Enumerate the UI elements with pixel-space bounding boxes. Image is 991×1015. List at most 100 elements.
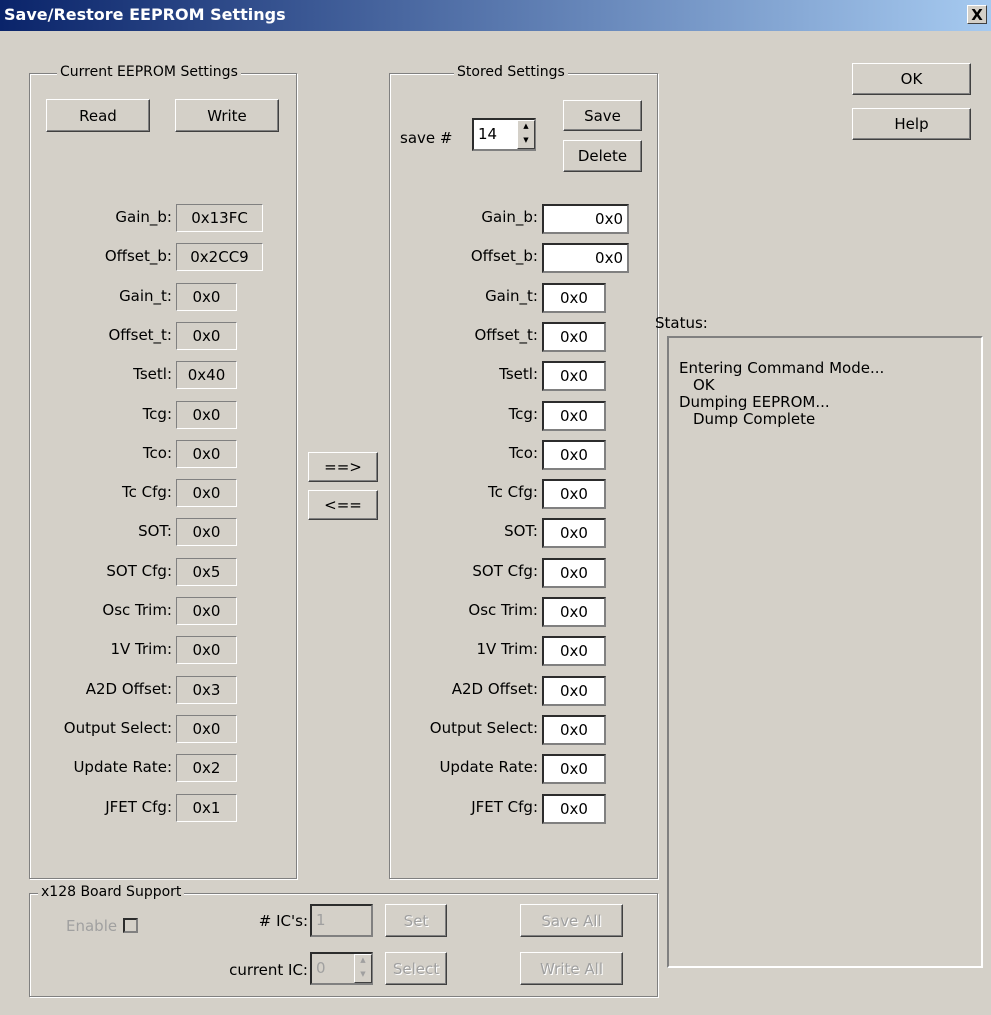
current-field-label: Update Rate: (73, 758, 172, 777)
stored-field-value[interactable]: 0x0 (542, 439, 606, 470)
current-field-label: Offset_t: (108, 325, 172, 344)
status-line: Dump Complete (693, 410, 816, 428)
stored-field-value[interactable]: 0x0 (542, 557, 606, 588)
stored-field-value[interactable]: 0x0 (542, 321, 606, 352)
help-button[interactable]: Help (852, 108, 971, 140)
status-line: Entering Command Mode... (679, 359, 885, 377)
stored-settings-legend: Stored Settings (454, 64, 568, 80)
stored-field-label: A2D Offset: (451, 679, 538, 698)
stored-field-value[interactable]: 0x0 (542, 518, 606, 549)
save-button[interactable]: Save (563, 100, 642, 131)
current-field-label: Offset_b: (104, 247, 172, 266)
current-field-value: 0x0 (176, 597, 237, 625)
close-button[interactable]: X (967, 5, 987, 24)
current-field-label: A2D Offset: (85, 679, 172, 698)
stored-field-label: Tco: (508, 443, 538, 462)
current-field-value: 0x0 (176, 479, 237, 508)
current-field-label: SOT Cfg: (106, 561, 172, 580)
stored-field-value[interactable]: 0x0 (542, 675, 606, 706)
status-label: Status: (655, 314, 708, 332)
current-field-value: 0x0 (176, 714, 237, 743)
current-field-label: Tco: (142, 443, 172, 462)
stored-field-value[interactable]: 0x0 (542, 636, 606, 667)
copy-to-stored-button[interactable]: ==> (308, 452, 378, 482)
stored-field-value[interactable]: 0x0 (542, 361, 606, 392)
stored-field-label: Gain_b: (481, 208, 538, 226)
stored-field-value[interactable]: 0x0 (542, 597, 606, 627)
spin-down-icon[interactable]: ▼ (355, 969, 371, 983)
stored-field-label: 1V Trim: (476, 640, 538, 659)
stored-field-label: Tsetl: (499, 365, 538, 384)
current-field-value: 0x5 (176, 557, 237, 586)
current-field-value: 0x3 (176, 675, 237, 704)
stored-field-label: JFET Cfg: (471, 797, 538, 816)
enable-label: Enable (66, 917, 118, 935)
read-button[interactable]: Read (46, 99, 150, 132)
current-field-label: Tc Cfg: (122, 483, 172, 502)
current-field-value: 0x0 (176, 321, 237, 350)
stored-field-label: SOT Cfg: (472, 561, 538, 580)
stored-field-value[interactable]: 0x0 (542, 243, 629, 274)
current-field-value: 0x1 (176, 793, 237, 822)
current-field-value: 0x40 (176, 361, 237, 390)
ok-button[interactable]: OK (852, 63, 971, 95)
stored-field-value[interactable]: 0x0 (542, 400, 606, 431)
stored-field-value[interactable]: 0x0 (542, 204, 629, 234)
set-button[interactable]: Set (385, 904, 447, 937)
stored-field-label: Tc Cfg: (488, 483, 538, 502)
stored-field-label: SOT: (504, 522, 538, 541)
current-field-value: 0x0 (176, 439, 237, 468)
delete-button[interactable]: Delete (563, 140, 642, 172)
stored-field-value[interactable]: 0x0 (542, 714, 606, 745)
current-field-label: Tsetl: (133, 365, 172, 384)
current-ic-spinner[interactable]: ▲ ▼ (354, 954, 372, 983)
save-all-button[interactable]: Save All (520, 904, 623, 937)
save-number-spinner[interactable]: ▲ ▼ (517, 120, 535, 149)
ics-label: # IC's: (258, 912, 308, 930)
select-button[interactable]: Select (385, 952, 447, 985)
stored-field-value[interactable]: 0x0 (542, 282, 606, 313)
save-number-value: 14 (478, 125, 498, 143)
spin-down-icon[interactable]: ▼ (518, 135, 534, 149)
current-field-value: 0x2CC9 (176, 243, 263, 272)
stored-field-label: Offset_b: (470, 247, 538, 266)
current-eeprom-legend: Current EEPROM Settings (57, 64, 241, 80)
current-field-label: JFET Cfg: (105, 797, 172, 816)
current-field-value: 0x0 (176, 636, 237, 665)
write-all-button[interactable]: Write All (520, 952, 623, 985)
stored-field-value[interactable]: 0x0 (542, 754, 606, 785)
current-ic-label: current IC: (229, 961, 308, 979)
stored-field-label: Gain_t: (485, 286, 538, 305)
current-field-value: 0x2 (176, 754, 237, 783)
current-ic-value: 0 (316, 959, 326, 977)
status-log: Entering Command Mode... OK Dumping EEPR… (667, 336, 983, 968)
stored-field-label: Tcg: (508, 404, 538, 423)
spin-up-icon[interactable]: ▲ (355, 955, 371, 969)
current-field-label: SOT: (138, 522, 172, 541)
current-field-value: 0x0 (176, 400, 237, 429)
save-number-label: save # (400, 129, 453, 147)
copy-to-current-button[interactable]: <== (308, 490, 378, 520)
ics-value: 1 (316, 911, 326, 929)
window-title: Save/Restore EEPROM Settings (4, 5, 286, 24)
board-support-legend: x128 Board Support (38, 884, 185, 900)
write-button[interactable]: Write (175, 99, 279, 132)
stored-field-value[interactable]: 0x0 (542, 793, 606, 824)
current-field-label: 1V Trim: (110, 640, 172, 659)
spin-up-icon[interactable]: ▲ (518, 121, 534, 135)
enable-checkbox[interactable] (123, 918, 138, 933)
ics-field[interactable]: 1 (310, 904, 373, 937)
current-field-value: 0x13FC (176, 204, 263, 232)
stored-field-value[interactable]: 0x0 (542, 479, 606, 510)
stored-field-label: Offset_t: (474, 325, 538, 344)
current-field-label: Gain_t: (119, 286, 172, 305)
stored-field-label: Output Select: (429, 718, 538, 737)
status-line: OK (693, 376, 715, 394)
current-field-label: Osc Trim: (102, 601, 172, 619)
current-field-label: Output Select: (63, 718, 172, 737)
current-field-value: 0x0 (176, 518, 237, 547)
current-field-label: Tcg: (142, 404, 172, 423)
stored-field-label: Osc Trim: (468, 601, 538, 619)
close-icon: X (971, 6, 983, 24)
title-bar: Save/Restore EEPROM Settings X (0, 0, 991, 31)
